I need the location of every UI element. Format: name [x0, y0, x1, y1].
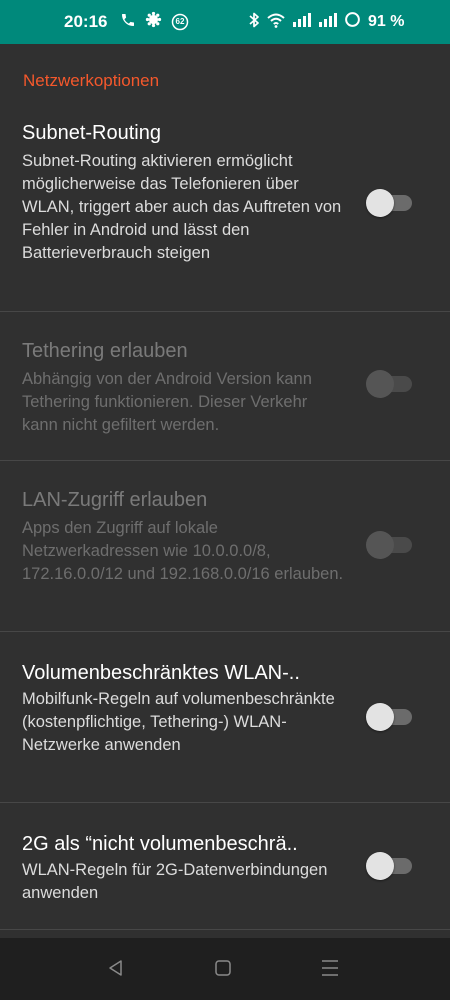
- navigation-bar: [0, 938, 450, 1000]
- pref-summary: Mobilfunk-Regeln auf volumenbeschränkte …: [22, 690, 335, 754]
- pref-title: Subnet-Routing: [22, 122, 161, 144]
- pref-title: Volumenbeschränktes WLAN-..: [22, 662, 300, 684]
- home-icon: [213, 958, 233, 983]
- toggle-thumb: [366, 370, 394, 398]
- recents-icon: [320, 958, 340, 983]
- pref-subnet-routing[interactable]: Subnet-Routing Subnet-Routing aktivieren…: [0, 112, 450, 310]
- pref-2g-unmetered[interactable]: 2G als “nicht volumenbeschrä.. WLAN-Rege…: [0, 803, 450, 929]
- pref-metered-wlan[interactable]: Volumenbeschränktes WLAN-.. Mobilfunk-Re…: [0, 632, 450, 802]
- lan-access-toggle: [366, 530, 414, 560]
- status-system-icons: 91 %: [248, 12, 404, 32]
- signal-icon: [318, 12, 338, 33]
- pref-title: Tethering erlauben: [22, 340, 188, 362]
- subnet-routing-toggle[interactable]: [366, 188, 414, 218]
- metered-wlan-toggle[interactable]: [366, 702, 414, 732]
- home-button[interactable]: [209, 956, 237, 984]
- bluetooth-icon: [248, 11, 260, 34]
- pref-summary: Apps den Zugriff auf lokale Netzwerkadre…: [22, 519, 344, 583]
- notification-badge-icon: 62: [171, 13, 189, 31]
- battery-percent: 91 %: [368, 13, 405, 30]
- app-screen: 20:16 62 91 % Netzwerkoptionen Subnet-Ro…: [0, 0, 450, 1000]
- 2g-unmetered-toggle[interactable]: [366, 851, 414, 881]
- pref-title: LAN-Zugriff erlauben: [22, 489, 208, 511]
- notification-badge-count: 62: [175, 17, 185, 26]
- pref-summary: Abhängig von der Android Version kann Te…: [22, 370, 312, 434]
- signal-icon: [292, 12, 312, 33]
- wifi-icon: [266, 12, 286, 33]
- toggle-thumb: [366, 189, 394, 217]
- tethering-toggle: [366, 369, 414, 399]
- pref-title: 2G als “nicht volumenbeschrä..: [22, 833, 298, 855]
- gear-badge-icon: [145, 11, 162, 33]
- status-bar: 20:16 62 91 %: [0, 0, 450, 44]
- pref-lan-access: LAN-Zugriff erlauben Apps den Zugriff au…: [0, 461, 450, 631]
- toggle-thumb: [366, 703, 394, 731]
- toggle-thumb: [366, 852, 394, 880]
- pref-summary: Subnet-Routing aktivieren ermöglicht mög…: [22, 152, 342, 262]
- pref-summary: WLAN-Regeln für 2G-Datenverbindungen anw…: [22, 861, 328, 902]
- phone-icon: [120, 12, 136, 33]
- status-notification-icons: 62: [120, 11, 189, 33]
- battery-ring-icon: [344, 11, 361, 33]
- recents-button[interactable]: [316, 956, 344, 984]
- pref-tethering: Tethering erlauben Abhängig von der Andr…: [0, 312, 450, 460]
- back-icon: [106, 958, 126, 983]
- toggle-thumb: [366, 531, 394, 559]
- back-button[interactable]: [102, 956, 130, 984]
- divider: [0, 929, 450, 930]
- status-time: 20:16: [64, 12, 108, 31]
- section-header: Netzwerkoptionen: [23, 71, 160, 90]
